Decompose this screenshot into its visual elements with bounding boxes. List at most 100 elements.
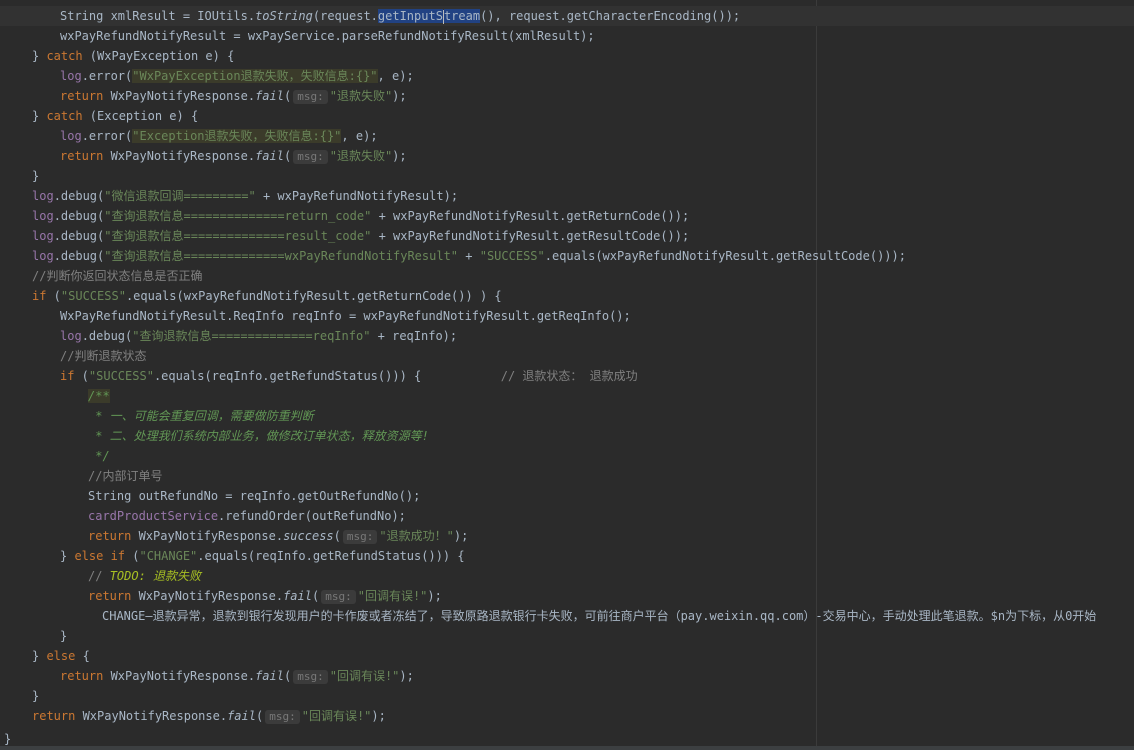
- code-line[interactable]: if ("SUCCESS".equals(wxPayRefundNotifyRe…: [0, 286, 1134, 306]
- code-line[interactable]: String xmlResult = IOUtils.toString(requ…: [0, 6, 1134, 26]
- code-line[interactable]: } catch (Exception e) {: [0, 106, 1134, 126]
- code-token: "Exception退款失败，失败信息:{}": [132, 129, 342, 143]
- code-line[interactable]: }: [0, 686, 1134, 706]
- code-line[interactable]: // TODO: 退款失败: [0, 566, 1134, 586]
- code-token: }: [60, 549, 75, 563]
- code-token: * 一、可能会重复回调，需要做防重判断: [88, 409, 314, 423]
- code-token: String outRefundNo = reqInfo.getOutRefun…: [88, 489, 421, 503]
- parameter-hint: msg:: [293, 670, 328, 684]
- code-token: (: [283, 149, 292, 163]
- code-token: );: [427, 589, 442, 603]
- code-line[interactable]: CHANGE—退款异常，退款到银行发现用户的卡作废或者冻结了，导致原路退款银行卡…: [0, 606, 1134, 626]
- code-line[interactable]: return WxPayNotifyResponse.fail(msg: "回调有…: [0, 706, 1134, 726]
- code-token: .refundOrder(outRefundNo);: [218, 509, 406, 523]
- code-token: WxPayNotifyResponse.: [131, 529, 284, 543]
- code-token: (: [283, 89, 292, 103]
- code-token: WxPayNotifyResponse.: [131, 589, 284, 603]
- code-line[interactable]: return WxPayNotifyResponse.success(msg: "…: [0, 526, 1134, 546]
- code-line[interactable]: * 二、处理我们系统内部业务，做修改订单状态，释放资源等!: [0, 426, 1134, 446]
- code-token: }: [32, 49, 47, 63]
- code-line[interactable]: cardProductService.refundOrder(outRefund…: [0, 506, 1134, 526]
- code-line[interactable]: return WxPayNotifyResponse.fail(msg: "退款失…: [0, 146, 1134, 166]
- code-line[interactable]: return WxPayNotifyResponse.fail(msg: "回调有…: [0, 666, 1134, 686]
- code-token: , e);: [377, 69, 414, 83]
- code-token: WxPayRefundNotifyResult.ReqInfo reqInfo …: [60, 309, 631, 323]
- code-token: + reqInfo);: [370, 329, 458, 343]
- code-token: //内部订单号: [88, 469, 163, 483]
- code-token: catch: [46, 49, 83, 63]
- code-line[interactable]: return WxPayNotifyResponse.fail(msg: "退款失…: [0, 86, 1134, 106]
- code-token: }: [32, 109, 47, 123]
- code-token: WxPayNotifyResponse.: [103, 149, 256, 163]
- parameter-hint: msg:: [265, 710, 300, 724]
- code-token: CHANGE—退款异常，退款到银行发现用户的卡作废或者冻结了，导致原路退款银行卡…: [102, 609, 1097, 623]
- code-line[interactable]: } catch (WxPayException e) {: [0, 46, 1134, 66]
- code-token: fail: [227, 709, 256, 723]
- code-token: cardProductService: [88, 509, 219, 523]
- code-token: fail: [255, 149, 284, 163]
- code-token: WxPayNotifyResponse.: [75, 709, 228, 723]
- code-token: "退款成功！": [379, 529, 454, 543]
- code-line[interactable]: String outRefundNo = reqInfo.getOutRefun…: [0, 486, 1134, 506]
- code-token: return: [60, 89, 104, 103]
- code-line[interactable]: } else {: [0, 646, 1134, 666]
- code-token: success: [283, 529, 334, 543]
- code-line[interactable]: wxPayRefundNotifyResult = wxPayService.p…: [0, 26, 1134, 46]
- code-token: }: [32, 689, 40, 703]
- code-token: (: [125, 549, 140, 563]
- code-token: "查询退款信息==============return_code": [104, 209, 372, 223]
- code-token: + wxPayRefundNotifyResult);: [255, 189, 459, 203]
- code-token: fail: [255, 669, 284, 683]
- code-token: if: [60, 369, 75, 383]
- code-line[interactable]: */: [0, 446, 1134, 466]
- code-token: , e);: [341, 129, 378, 143]
- code-line[interactable]: /**: [0, 386, 1134, 406]
- code-line[interactable]: * 一、可能会重复回调，需要做防重判断: [0, 406, 1134, 426]
- code-token: // 退款状态： 退款成功: [421, 369, 638, 383]
- code-token: log: [60, 329, 82, 343]
- code-token: return: [60, 149, 104, 163]
- code-editor[interactable]: String xmlResult = IOUtils.toString(requ…: [0, 0, 1134, 750]
- code-token: );: [371, 709, 386, 723]
- code-token: (: [74, 369, 89, 383]
- code-token: if: [32, 289, 47, 303]
- code-token: "WxPayException退款失败，失败信息:{}": [132, 69, 378, 83]
- code-line[interactable]: log.debug("查询退款信息==============return_co…: [0, 206, 1134, 226]
- code-token: else: [46, 649, 76, 663]
- code-token: (Exception e) {: [82, 109, 199, 123]
- code-line[interactable]: //内部订单号: [0, 466, 1134, 486]
- code-line[interactable]: //判断退款状态: [0, 346, 1134, 366]
- code-line[interactable]: log.debug("查询退款信息==============wxPayRefu…: [0, 246, 1134, 266]
- code-line[interactable]: }: [0, 626, 1134, 646]
- code-line[interactable]: WxPayRefundNotifyResult.ReqInfo reqInfo …: [0, 306, 1134, 326]
- code-token: "SUCCESS": [60, 289, 126, 303]
- code-line[interactable]: log.error("Exception退款失败，失败信息:{}", e);: [0, 126, 1134, 146]
- code-token: "退款失败": [329, 149, 393, 163]
- code-line[interactable]: }: [0, 166, 1134, 186]
- code-line[interactable]: log.error("WxPayException退款失败，失败信息:{}", …: [0, 66, 1134, 86]
- code-line[interactable]: if ("SUCCESS".equals(reqInfo.getRefundSt…: [0, 366, 1134, 386]
- code-token: log: [32, 209, 54, 223]
- horizontal-scrollbar[interactable]: [0, 746, 1134, 750]
- code-token: );: [453, 529, 469, 543]
- code-token: /**: [88, 389, 110, 403]
- code-token: log: [60, 69, 82, 83]
- code-line[interactable]: log.debug("微信退款回调=========" + wxPayRefun…: [0, 186, 1134, 206]
- code-token: TODO: 退款失败: [109, 569, 202, 583]
- code-line[interactable]: log.debug("查询退款信息==============reqInfo" …: [0, 326, 1134, 346]
- code-line[interactable]: } else if ("CHANGE".equals(reqInfo.getRe…: [0, 546, 1134, 566]
- code-token: "回调有误!": [301, 709, 372, 723]
- code-token: "退款失败": [329, 89, 393, 103]
- code-token: String xmlResult = IOUtils.: [60, 9, 256, 23]
- code-token: .debug(: [53, 189, 105, 203]
- code-token: "CHANGE": [139, 549, 198, 563]
- code-token: .debug(: [53, 229, 105, 243]
- code-token: //判断你返回状态信息是否正确: [32, 269, 203, 283]
- code-line[interactable]: return WxPayNotifyResponse.fail(msg: "回调有…: [0, 586, 1134, 606]
- code-token: WxPayNotifyResponse.: [103, 669, 256, 683]
- code-token: (request.: [312, 9, 378, 23]
- code-token: (), request.getCharacterEncoding());: [480, 9, 741, 23]
- code-token: .debug(: [53, 249, 105, 263]
- code-line[interactable]: log.debug("查询退款信息==============result_co…: [0, 226, 1134, 246]
- code-line[interactable]: //判断你返回状态信息是否正确: [0, 266, 1134, 286]
